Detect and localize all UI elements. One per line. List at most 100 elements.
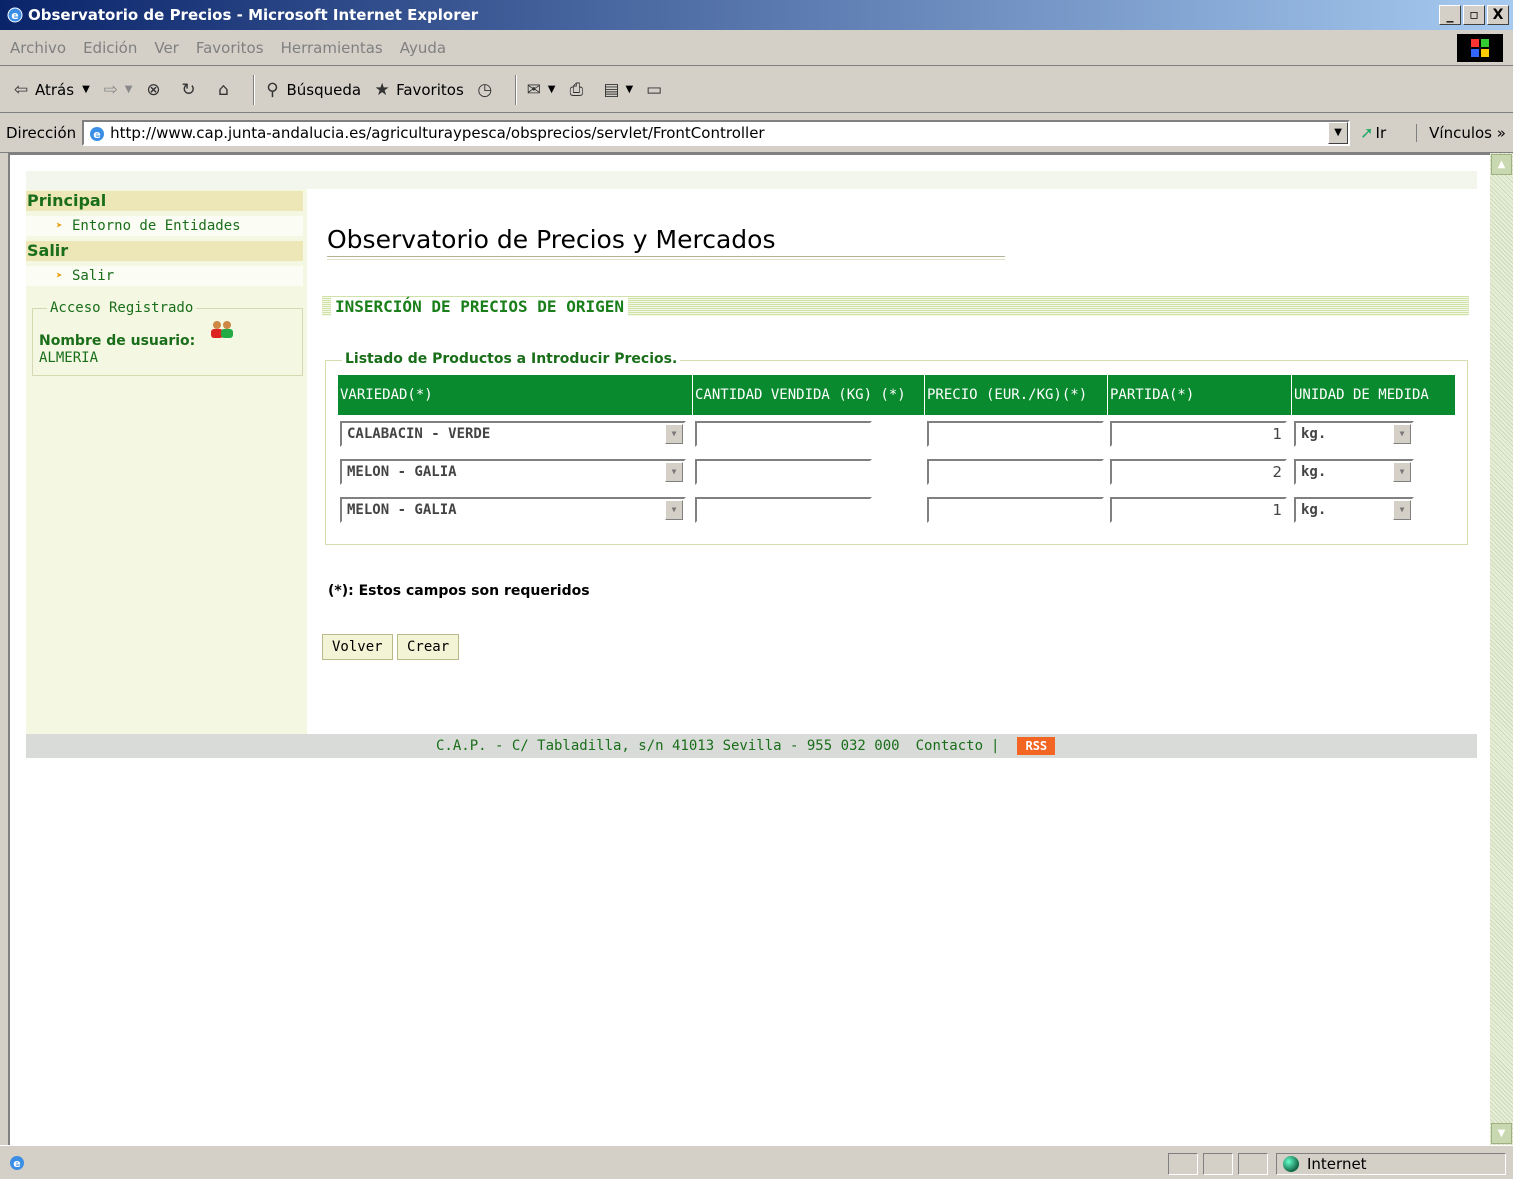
window-titlebar[interactable]: e Observatorio de Precios - Microsoft In… [0, 0, 1513, 30]
footer-address: C.A.P. - C/ Tabladilla, s/n 41013 Sevill… [436, 738, 900, 754]
menu-herramientas[interactable]: Herramientas [281, 39, 383, 57]
status-cell [1203, 1153, 1233, 1175]
table-row: CALABACIN - VERDE ▼ 1 kg. ▼ [338, 415, 1455, 453]
contact-link[interactable]: Contacto [916, 738, 983, 754]
refresh-button[interactable]: ↻ [177, 79, 202, 101]
partida-input[interactable]: 1 [1110, 421, 1287, 447]
windows-logo-icon [1457, 34, 1503, 62]
products-legend: Listado de Productos a Introducir Precio… [342, 351, 681, 367]
menu-favoritos[interactable]: Favoritos [196, 39, 264, 57]
column-header-partida: PARTIDA(*) [1108, 375, 1291, 415]
sidebar: Principal ➤ Entorno de Entidades Salir ➤… [26, 189, 307, 734]
page-icon: ▭ [646, 79, 663, 100]
search-button[interactable]: ⚲ Búsqueda [261, 79, 361, 101]
crear-button[interactable]: Crear [397, 634, 460, 660]
site-footer: C.A.P. - C/ Tabladilla, s/n 41013 Sevill… [26, 734, 1477, 758]
precio-input[interactable] [927, 459, 1104, 485]
sidebar-section-principal: Principal [26, 191, 303, 211]
table-header-row: VARIEDAD(*) CANTIDAD VENDIDA (KG) (*) PR… [338, 375, 1455, 415]
chevron-down-icon: ▼ [625, 84, 634, 95]
cantidad-input[interactable] [695, 421, 872, 447]
rss-button[interactable]: RSS [1017, 737, 1056, 755]
discuss-button[interactable]: ▭ [643, 79, 668, 101]
ie-logo-icon: e [7, 7, 23, 23]
arrow-bullet-icon: ➤ [56, 269, 63, 282]
username-label: Nombre de usuario: [39, 333, 196, 349]
mail-icon: ✉ [526, 79, 541, 100]
unidad-select[interactable]: kg. ▼ [1294, 497, 1414, 523]
sidebar-item-salir[interactable]: ➤ Salir [26, 266, 303, 286]
column-header-cantidad: CANTIDAD VENDIDA (KG) (*) [693, 375, 924, 415]
username-value: ALMERIA [39, 350, 99, 366]
cantidad-input[interactable] [695, 459, 872, 485]
address-bar: Dirección e http://www.cap.junta-andaluc… [0, 113, 1513, 153]
close-button[interactable]: X [1487, 5, 1509, 25]
home-button[interactable]: ⌂ [212, 79, 237, 101]
mail-button[interactable]: ✉ ▼ [523, 79, 556, 101]
chevron-down-icon: ▼ [665, 462, 683, 482]
precio-input[interactable] [927, 497, 1104, 523]
site-header-strip [26, 171, 1477, 189]
back-button[interactable]: ⇦ Atrás ▼ [10, 79, 90, 101]
vertical-scrollbar[interactable]: ▲ ▼ [1490, 153, 1513, 1145]
menu-ver[interactable]: Ver [154, 39, 179, 57]
menu-edicion[interactable]: Edición [83, 39, 137, 57]
address-label: Dirección [6, 123, 77, 142]
history-button[interactable]: ◷ [474, 79, 499, 101]
status-bar: e Internet [0, 1145, 1513, 1179]
scroll-up-icon[interactable]: ▲ [1491, 154, 1512, 175]
menu-ayuda[interactable]: Ayuda [400, 39, 446, 57]
sidebar-item-entorno-entidades[interactable]: ➤ Entorno de Entidades [26, 216, 303, 236]
prices-table: VARIEDAD(*) CANTIDAD VENDIDA (KG) (*) PR… [337, 375, 1456, 529]
variedad-select[interactable]: CALABACIN - VERDE ▼ [340, 421, 686, 447]
section-title: INSERCIÓN DE PRECIOS DE ORIGEN [331, 297, 628, 317]
print-button[interactable]: ⎙ [565, 79, 590, 101]
partida-input[interactable]: 2 [1110, 459, 1287, 485]
toolbar-separator [253, 74, 256, 105]
precio-input[interactable] [927, 421, 1104, 447]
column-header-variedad: VARIEDAD(*) [338, 375, 692, 415]
volver-button[interactable]: Volver [322, 634, 393, 660]
status-cell [1168, 1153, 1198, 1175]
chevron-down-icon: ▼ [1393, 500, 1411, 520]
svg-text:e: e [93, 128, 100, 141]
address-input[interactable]: e http://www.cap.junta-andalucia.es/agri… [82, 119, 1351, 146]
favorites-button[interactable]: ★ Favoritos [371, 79, 463, 101]
stop-button[interactable]: ⊗ [142, 79, 167, 101]
access-legend: Acceso Registrado [47, 300, 197, 316]
go-arrow-icon: ➚ [1360, 123, 1374, 142]
go-button[interactable]: ➚ Ir [1360, 123, 1386, 142]
arrow-bullet-icon: ➤ [56, 219, 63, 232]
table-row: MELON - GALIA ▼ 1 kg. ▼ [338, 491, 1455, 529]
unidad-select[interactable]: kg. ▼ [1294, 421, 1414, 447]
chevron-down-icon: ▼ [1393, 424, 1411, 444]
variedad-select[interactable]: MELON - GALIA ▼ [340, 497, 686, 523]
word-edit-icon: ▤ [603, 79, 620, 100]
unidad-select[interactable]: kg. ▼ [1294, 459, 1414, 485]
chevron-down-icon: ▼ [665, 424, 683, 444]
globe-icon [1283, 1156, 1299, 1172]
required-fields-note: (*): Estos campos son requeridos [328, 583, 590, 599]
forward-button[interactable]: ⇨ ▼ [100, 79, 133, 101]
refresh-icon: ↻ [181, 79, 196, 100]
maximize-button[interactable]: ▫ [1463, 5, 1485, 25]
svg-text:e: e [13, 1157, 20, 1170]
cantidad-input[interactable] [695, 497, 872, 523]
ie-page-icon: e [90, 126, 105, 141]
svg-text:e: e [11, 9, 18, 22]
minimize-button[interactable]: _ [1439, 5, 1461, 25]
table-row: MELON - GALIA ▼ 2 kg. ▼ [338, 453, 1455, 491]
users-icon [211, 321, 233, 338]
stop-icon: ⊗ [146, 79, 161, 100]
address-dropdown-icon[interactable]: ▼ [1328, 121, 1349, 144]
edit-button[interactable]: ▤ ▼ [600, 79, 633, 101]
partida-input[interactable]: 1 [1110, 497, 1287, 523]
variedad-select[interactable]: MELON - GALIA ▼ [340, 459, 686, 485]
menu-archivo[interactable]: Archivo [10, 39, 66, 57]
links-button[interactable]: Vínculos » [1416, 123, 1506, 142]
sidebar-section-salir: Salir [26, 241, 303, 261]
search-icon: ⚲ [266, 79, 279, 100]
address-url: http://www.cap.junta-andalucia.es/agricu… [110, 123, 765, 142]
window-title: Observatorio de Precios - Microsoft Inte… [28, 6, 479, 24]
scroll-down-icon[interactable]: ▼ [1491, 1123, 1512, 1144]
